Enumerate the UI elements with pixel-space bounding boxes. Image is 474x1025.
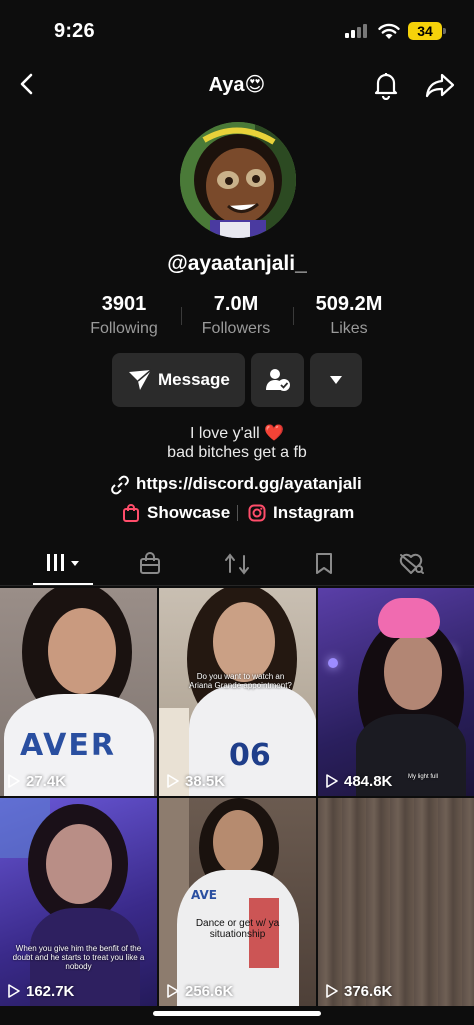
shopping-bag-icon: [140, 552, 160, 574]
view-count: 256.6K: [185, 983, 234, 1000]
content-tabs: [0, 540, 474, 586]
followers-label: Followers: [201, 320, 271, 337]
profile-header: Aya😍: [0, 58, 474, 110]
send-icon: [129, 369, 152, 390]
bio-line-2: bad bitches get a fb: [167, 444, 307, 461]
wifi-icon: [378, 23, 400, 39]
video-caption: Do you want to watch an Ariana Grande ap…: [189, 672, 292, 690]
link-divider: [237, 505, 238, 521]
play-icon: [8, 774, 20, 788]
video-thumbnail[interactable]: 376.6K: [318, 798, 474, 1006]
instagram-label: Instagram: [273, 503, 355, 522]
video-caption: Dance or get w/ ya situationship: [195, 918, 280, 940]
status-time: 9:26: [54, 20, 95, 42]
shirt-print: AVER: [20, 728, 116, 763]
likes-count: 509.2M: [315, 293, 383, 315]
link-icon: [111, 475, 129, 495]
stat-followers[interactable]: 7.0M Followers: [176, 293, 296, 338]
instagram-icon: [248, 504, 266, 522]
user-check-icon: [266, 369, 290, 391]
grid-icon: [47, 554, 79, 571]
share-icon[interactable]: [424, 70, 456, 100]
bio-line-1: I love y'all ❤️: [0, 423, 474, 443]
active-tab-indicator: [33, 583, 93, 585]
status-bar: 9:26 34: [0, 0, 474, 58]
play-icon: [8, 984, 20, 998]
video-thumbnail[interactable]: 06 Do you want to watch an Ariana Grande…: [159, 588, 316, 796]
heart-emoji: ❤️: [264, 425, 285, 442]
video-caption: When you give him the benfit of the doub…: [12, 944, 145, 971]
view-count: 38.5K: [185, 773, 226, 790]
message-button[interactable]: Message: [112, 353, 245, 407]
view-count: 27.4K: [26, 773, 67, 790]
bookmark-icon: [316, 553, 332, 574]
video-thumbnail[interactable]: When you give him the benfit of the doub…: [0, 798, 157, 1006]
showcase-label: Showcase: [147, 503, 231, 522]
video-caption: My light full: [408, 774, 439, 780]
tab-liked[interactable]: [396, 550, 428, 578]
shopping-bag-icon: [123, 504, 139, 522]
home-indicator[interactable]: [153, 1011, 321, 1016]
message-label: Message: [158, 370, 230, 389]
tab-videos[interactable]: [44, 550, 84, 578]
likes-label: Likes: [330, 320, 368, 337]
avatar-illustration: [180, 122, 296, 238]
followers-count: 7.0M: [213, 293, 259, 315]
hidden-heart-icon: [399, 553, 424, 574]
following-label: Following: [90, 320, 158, 337]
view-count: 376.6K: [344, 983, 393, 1000]
tab-shop[interactable]: [136, 550, 164, 578]
suggested-accounts-button[interactable]: [310, 353, 362, 407]
view-count: 484.8K: [344, 773, 393, 790]
bio-link-text: https://discord.gg/ayatanjali: [136, 474, 362, 493]
play-icon: [326, 984, 338, 998]
battery-indicator: 34: [408, 22, 442, 40]
page-title: Aya😍: [208, 74, 266, 96]
video-thumbnail[interactable]: AVE Dance or get w/ ya situationship 256…: [159, 798, 316, 1006]
stat-following[interactable]: 3901 Following: [64, 293, 184, 338]
caret-down-icon: [330, 376, 342, 384]
username: @ayaatanjali_: [167, 252, 307, 275]
bow: [378, 598, 440, 638]
play-icon: [326, 774, 338, 788]
avatar[interactable]: [180, 122, 296, 238]
video-thumbnail[interactable]: My light full 484.8K: [318, 588, 474, 796]
stat-likes[interactable]: 509.2M Likes: [289, 293, 409, 338]
bio-text-1: I love y'all: [189, 425, 260, 442]
tab-reposts[interactable]: [222, 550, 252, 578]
battery-nub: [443, 28, 446, 34]
bell-icon[interactable]: [371, 70, 401, 100]
following-count: 3901: [101, 293, 147, 315]
signal-icon: [345, 24, 369, 38]
video-thumbnail[interactable]: AVER 27.4K: [0, 588, 157, 796]
tab-saved[interactable]: [311, 550, 337, 578]
profile-stats: 3901 Following 7.0M Followers 509.2M Lik…: [0, 293, 474, 343]
play-icon: [167, 774, 179, 788]
play-icon: [167, 984, 179, 998]
view-count: 162.7K: [26, 983, 75, 1000]
repost-icon: [225, 553, 249, 575]
shirt-print: 06: [229, 738, 271, 773]
shirt-print: AVE: [191, 888, 217, 902]
following-status-button[interactable]: [251, 353, 304, 407]
